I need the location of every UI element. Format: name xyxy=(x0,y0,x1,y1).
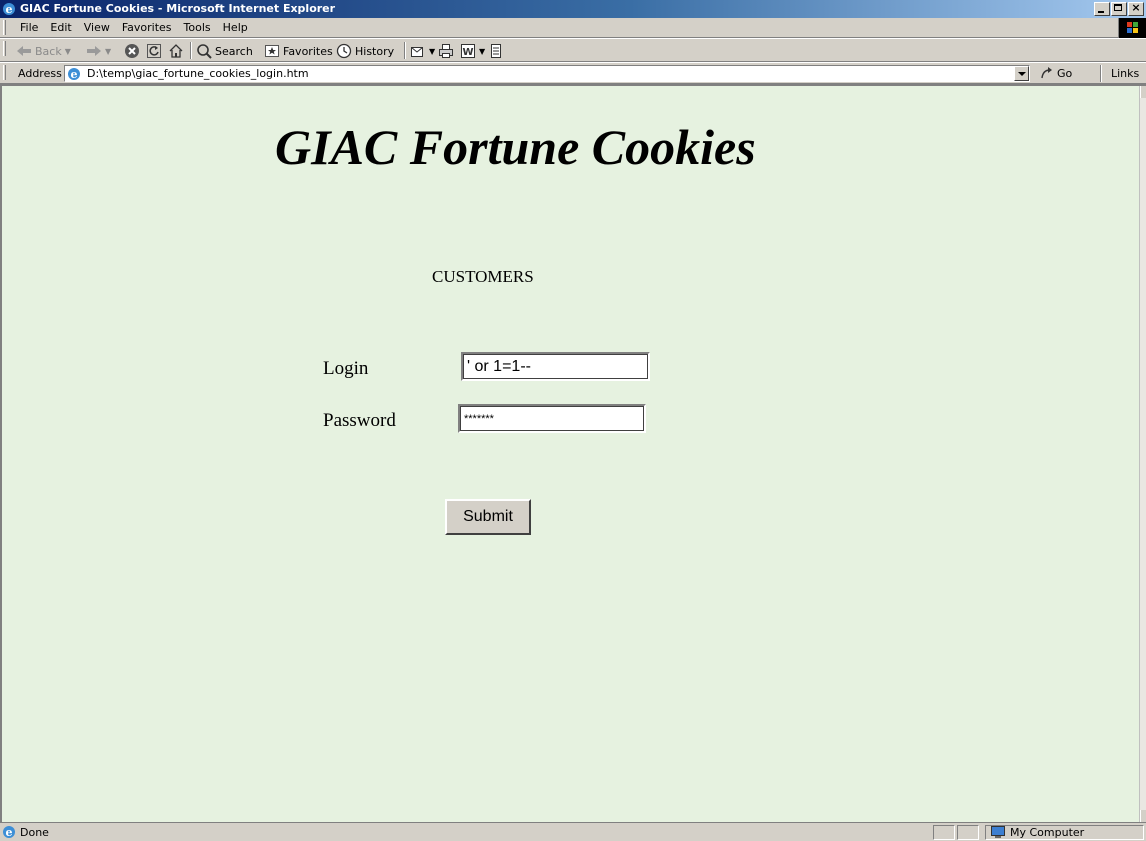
security-zone: My Computer xyxy=(985,825,1144,840)
minimize-icon xyxy=(1098,11,1104,13)
history-button[interactable]: History xyxy=(336,42,394,60)
internet-explorer-icon: e xyxy=(3,3,15,16)
restore-icon xyxy=(1114,4,1122,11)
links-toolbar-button[interactable]: Links xyxy=(1111,67,1139,80)
search-button[interactable]: Search xyxy=(196,42,253,60)
menu-help[interactable]: Help xyxy=(217,21,254,34)
address-bar: Address e D:\temp\giac_fortune_cookies_l… xyxy=(0,62,1146,84)
section-label: CUSTOMERS xyxy=(432,267,534,286)
my-computer-icon xyxy=(991,826,1005,838)
close-button[interactable]: × xyxy=(1128,1,1144,16)
svg-text:e: e xyxy=(71,68,78,81)
password-input[interactable] xyxy=(458,404,646,433)
edit-with-word-button[interactable]: W ▼ xyxy=(460,42,485,60)
chevron-down-icon[interactable]: ▼ xyxy=(479,47,485,56)
menu-bar: File Edit View Favorites Tools Help xyxy=(0,18,1146,38)
vertical-scrollbar[interactable] xyxy=(1139,86,1146,822)
chevron-down-icon[interactable]: ▼ xyxy=(429,47,435,56)
stop-button[interactable] xyxy=(124,42,140,60)
toolbar-separator xyxy=(1100,65,1102,82)
chevron-down-icon[interactable]: ▼ xyxy=(65,47,71,56)
scroll-up-button[interactable] xyxy=(1140,86,1146,98)
home-icon xyxy=(169,44,183,58)
favorites-label: Favorites xyxy=(283,44,333,58)
login-label: Login xyxy=(323,358,369,379)
history-icon xyxy=(336,43,352,59)
chevron-down-icon[interactable]: ▼ xyxy=(105,47,111,56)
forward-arrow-icon xyxy=(87,46,101,56)
password-label: Password xyxy=(323,410,396,431)
toolbar-grip[interactable] xyxy=(3,41,6,56)
window-title-bar[interactable]: e GIAC Fortune Cookies - Microsoft Inter… xyxy=(0,0,1146,18)
menu-view[interactable]: View xyxy=(78,21,116,34)
home-button[interactable] xyxy=(168,42,184,60)
mail-button[interactable]: ▼ xyxy=(410,42,435,60)
close-icon: × xyxy=(1131,1,1141,14)
menu-file[interactable]: File xyxy=(14,21,44,34)
toolbar-separator xyxy=(404,42,406,59)
maximize-button[interactable] xyxy=(1111,2,1127,16)
scroll-down-button[interactable] xyxy=(1140,810,1146,822)
back-button[interactable]: Back ▼ xyxy=(16,42,71,60)
forward-button[interactable]: ▼ xyxy=(86,42,111,60)
page-done-icon: e xyxy=(3,826,15,839)
svg-text:W: W xyxy=(462,47,473,58)
address-url: D:\temp\giac_fortune_cookies_login.htm xyxy=(87,67,309,80)
print-button[interactable] xyxy=(438,42,454,60)
refresh-icon xyxy=(147,44,161,58)
internet-explorer-page-icon: e xyxy=(68,68,80,81)
address-label: Address xyxy=(18,67,62,80)
favorites-icon xyxy=(265,45,279,57)
toolbar-separator xyxy=(190,42,192,59)
back-arrow-icon xyxy=(17,46,31,56)
minimize-button[interactable] xyxy=(1094,2,1110,16)
history-label: History xyxy=(355,44,395,58)
word-icon: W xyxy=(461,44,475,58)
zone-text: My Computer xyxy=(1010,826,1085,839)
toolbar-grip[interactable] xyxy=(3,65,6,80)
window-title: GIAC Fortune Cookies - Microsoft Interne… xyxy=(20,2,336,15)
go-label: Go xyxy=(1057,66,1073,80)
back-label: Back xyxy=(35,44,62,58)
stop-icon xyxy=(125,44,139,58)
windows-logo-throbber xyxy=(1118,18,1146,38)
submit-button[interactable]: Submit xyxy=(445,499,531,535)
login-input[interactable] xyxy=(461,352,650,381)
mail-icon xyxy=(411,47,423,57)
page-title: GIAC Fortune Cookies xyxy=(275,119,756,175)
print-icon xyxy=(439,44,453,58)
status-pane xyxy=(933,825,955,840)
status-text: Done xyxy=(20,825,49,839)
discuss-icon xyxy=(491,44,501,58)
address-dropdown-button[interactable] xyxy=(1014,66,1029,81)
go-arrow-icon xyxy=(1041,67,1052,79)
search-label: Search xyxy=(215,44,253,58)
address-input[interactable]: e D:\temp\giac_fortune_cookies_login.htm xyxy=(64,65,1030,82)
svg-text:e: e xyxy=(6,826,13,839)
menu-tools[interactable]: Tools xyxy=(178,21,217,34)
toolbar-grip[interactable] xyxy=(3,20,6,35)
status-bar: e Done My Computer xyxy=(0,822,1146,841)
discuss-button[interactable] xyxy=(488,42,504,60)
windows-logo-icon xyxy=(1127,22,1138,33)
go-button[interactable]: Go xyxy=(1040,66,1072,80)
standard-toolbar: Back ▼ ▼ Search Favorites History ▼ W ▼ xyxy=(0,38,1146,62)
page-content: GIAC Fortune Cookies CUSTOMERS Login Pas… xyxy=(0,84,1146,822)
menu-edit[interactable]: Edit xyxy=(44,21,77,34)
favorites-button[interactable]: Favorites xyxy=(264,42,333,60)
search-icon xyxy=(197,44,212,59)
refresh-button[interactable] xyxy=(146,42,162,60)
svg-text:e: e xyxy=(6,3,13,16)
status-pane xyxy=(957,825,979,840)
menu-favorites[interactable]: Favorites xyxy=(116,21,178,34)
